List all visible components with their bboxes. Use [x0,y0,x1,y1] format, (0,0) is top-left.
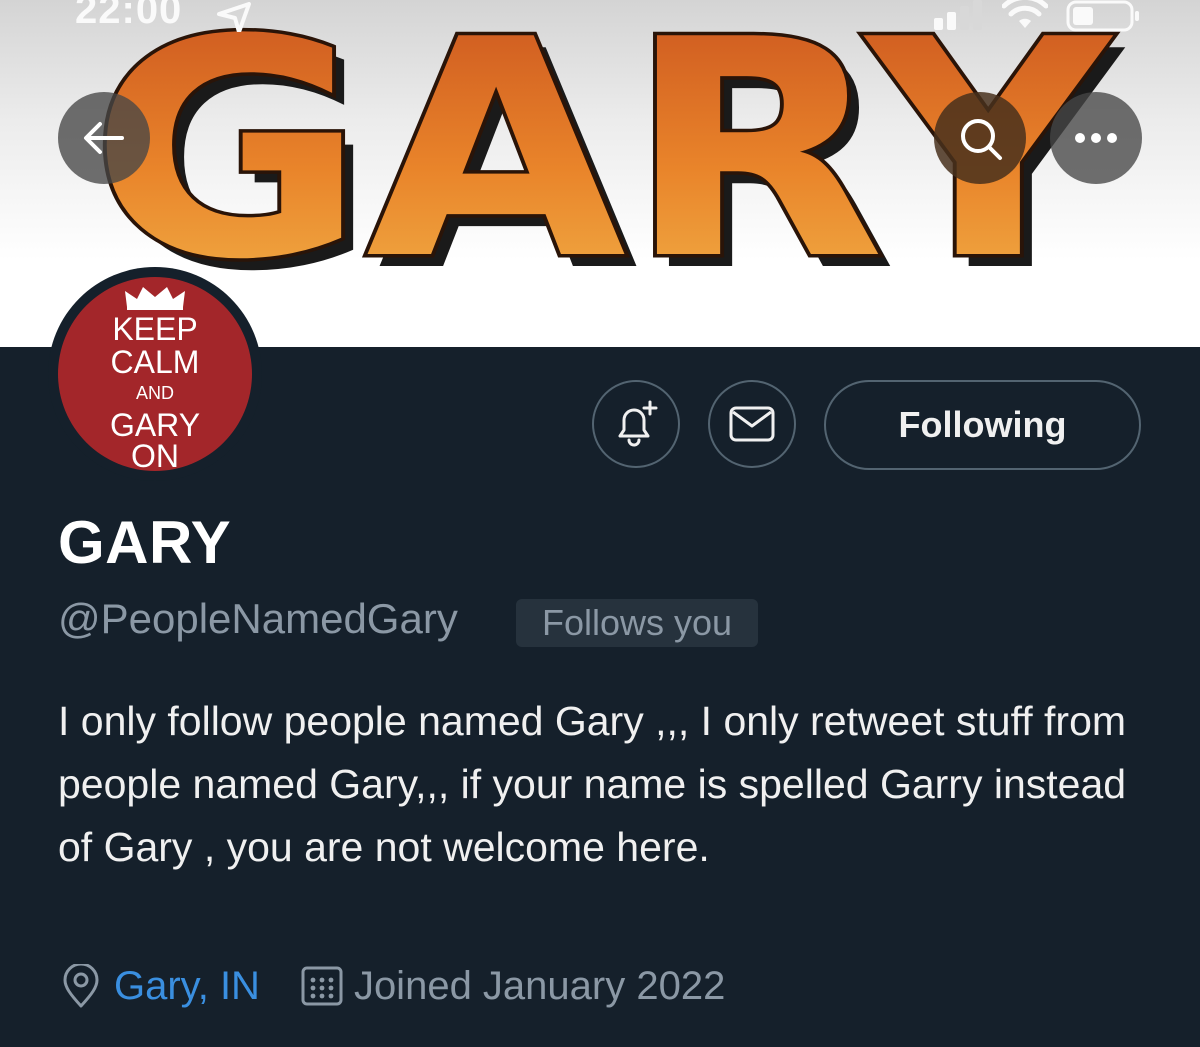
status-indicators [932,0,1142,34]
search-icon [961,119,1002,160]
join-date-text: Joined January 2022 [353,963,726,1008]
status-time: 22:00 [75,0,183,32]
crown-icon [125,287,185,310]
battery-icon [1066,0,1139,32]
avatar[interactable]: KEEP CALM AND GARY ON [58,277,252,471]
notifications-button[interactable] [592,380,680,468]
more-horizontal-icon [1075,133,1117,143]
envelope-icon [729,406,775,442]
avatar-line-calm: CALM [110,344,200,380]
avatar-line-on: ON [131,438,179,471]
profile-meta: Gary, IN Joined January 2022 [60,962,725,1010]
signal-icon [934,0,982,30]
bell-plus-icon [618,400,658,447]
calendar-icon [301,966,343,1006]
user-handle: @PeopleNamedGary [58,595,458,642]
display-name: GARY [58,509,232,576]
profile-bio: I only follow people named Gary ,,, I on… [58,698,1127,870]
avatar-line-keep: KEEP [112,311,198,347]
back-button[interactable] [58,92,150,184]
avatar-line-and: AND [135,383,174,403]
more-button[interactable] [1050,92,1142,184]
message-button[interactable] [708,380,796,468]
avatar-line-gary: GARY [109,407,201,443]
location-arrow-icon [217,2,251,32]
arrow-left-icon [84,122,124,154]
join-date: Joined January 2022 [300,964,725,1009]
location-link[interactable]: Gary, IN [114,964,260,1009]
location-pin-icon [63,964,99,1008]
follows-you-badge: Follows you [516,599,758,647]
wifi-icon [1002,0,1048,28]
search-button[interactable] [934,92,1026,184]
following-button[interactable]: Following [824,380,1141,470]
